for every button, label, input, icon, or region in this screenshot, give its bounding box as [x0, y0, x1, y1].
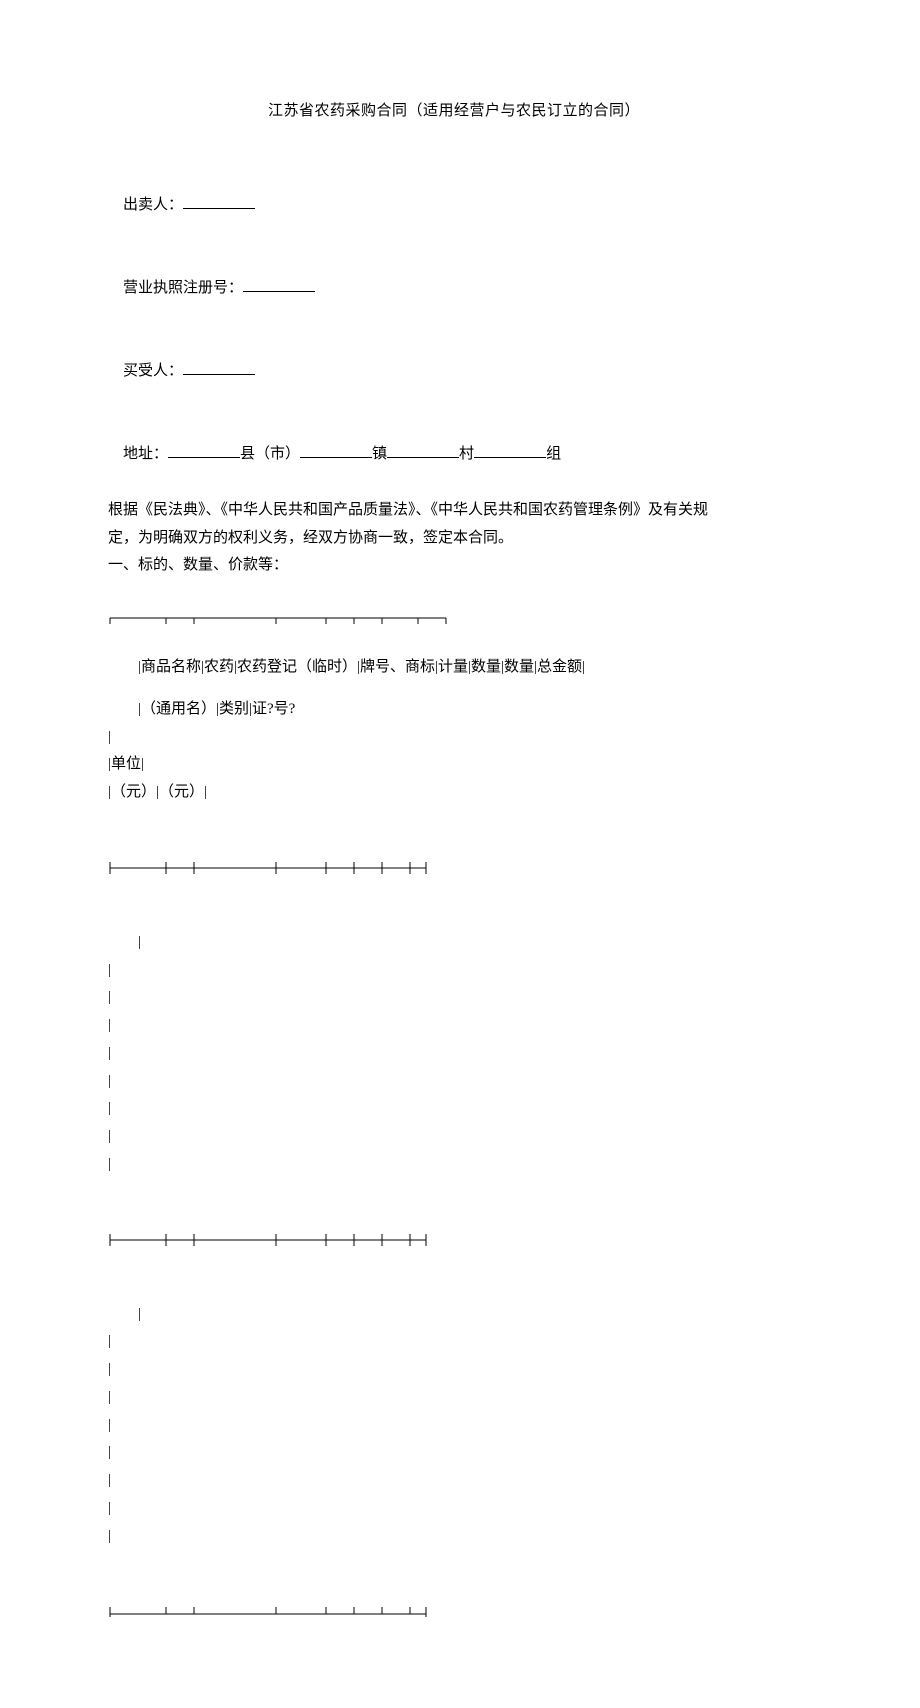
town-suffix: 镇: [372, 446, 387, 462]
table-header-row-2a: |（通用名）|类别|证?号?: [108, 696, 800, 724]
legal-line-1: 根据《民法典》、《中华人民共和国产品质量法》、《中华人民共和国农药管理条例》及有…: [108, 497, 800, 525]
table-rule-1: [108, 831, 800, 905]
county-suffix: 县（市）: [240, 446, 300, 462]
table-header-row-2d: |（元）|（元）|: [108, 779, 800, 807]
document-title: 江苏省农药采购合同（适用经营户与农民订立的合同）: [108, 98, 800, 126]
buyer-line: 买受人：: [108, 330, 800, 413]
license-line: 营业执照注册号：: [108, 247, 800, 330]
table-rule-2: [108, 1203, 800, 1277]
table-row: |: [108, 1068, 800, 1096]
addr-blank-4: [474, 444, 546, 458]
address-label: 地址：: [123, 446, 168, 462]
addr-blank-1: [168, 444, 240, 458]
table-row: |: [108, 1439, 800, 1467]
table-row: |: [108, 1495, 800, 1523]
table-top-rule: [108, 580, 800, 654]
license-label: 营业执照注册号：: [123, 280, 243, 296]
seller-blank: [183, 194, 255, 208]
village-suffix: 村: [459, 446, 474, 462]
addr-blank-2: [300, 444, 372, 458]
table-header-row-1: |商品名称|农药|农药登记（临时）|牌号、商标|计量|数量|数量|总金额|: [108, 654, 800, 682]
legal-line-2: 定，为明确双方的权利义务，经双方协商一致，签定本合同。: [108, 525, 800, 553]
table-header-row-2c: |单位|: [108, 751, 800, 779]
addr-blank-3: [387, 444, 459, 458]
table-row: |: [108, 1412, 800, 1440]
address-line: 地址： 县（市） 镇 村 组: [108, 414, 800, 497]
table-row: |: [108, 957, 800, 985]
buyer-blank: [183, 361, 255, 375]
table-header-row-2b: |: [108, 724, 800, 752]
table-row: |: [108, 1123, 800, 1151]
table-row: |: [108, 1151, 800, 1179]
table-rule-3: [108, 1574, 800, 1648]
table-row: |: [108, 1523, 800, 1551]
table-row: |: [108, 1356, 800, 1384]
table-row: |: [108, 984, 800, 1012]
table-row: |: [108, 1384, 800, 1412]
license-blank: [243, 278, 315, 292]
table-row: |: [108, 1095, 800, 1123]
table-row: |: [108, 1040, 800, 1068]
table-row: |: [108, 1301, 800, 1329]
table-row: |: [108, 1467, 800, 1495]
table-row: |: [108, 1328, 800, 1356]
buyer-label: 买受人：: [123, 363, 183, 379]
seller-label: 出卖人：: [123, 197, 183, 213]
section-1-heading: 一、标的、数量、价款等：: [108, 552, 800, 580]
table-row: |: [108, 929, 800, 957]
table-row: |: [108, 1012, 800, 1040]
seller-line: 出卖人：: [108, 164, 800, 247]
group-suffix: 组: [546, 446, 561, 462]
